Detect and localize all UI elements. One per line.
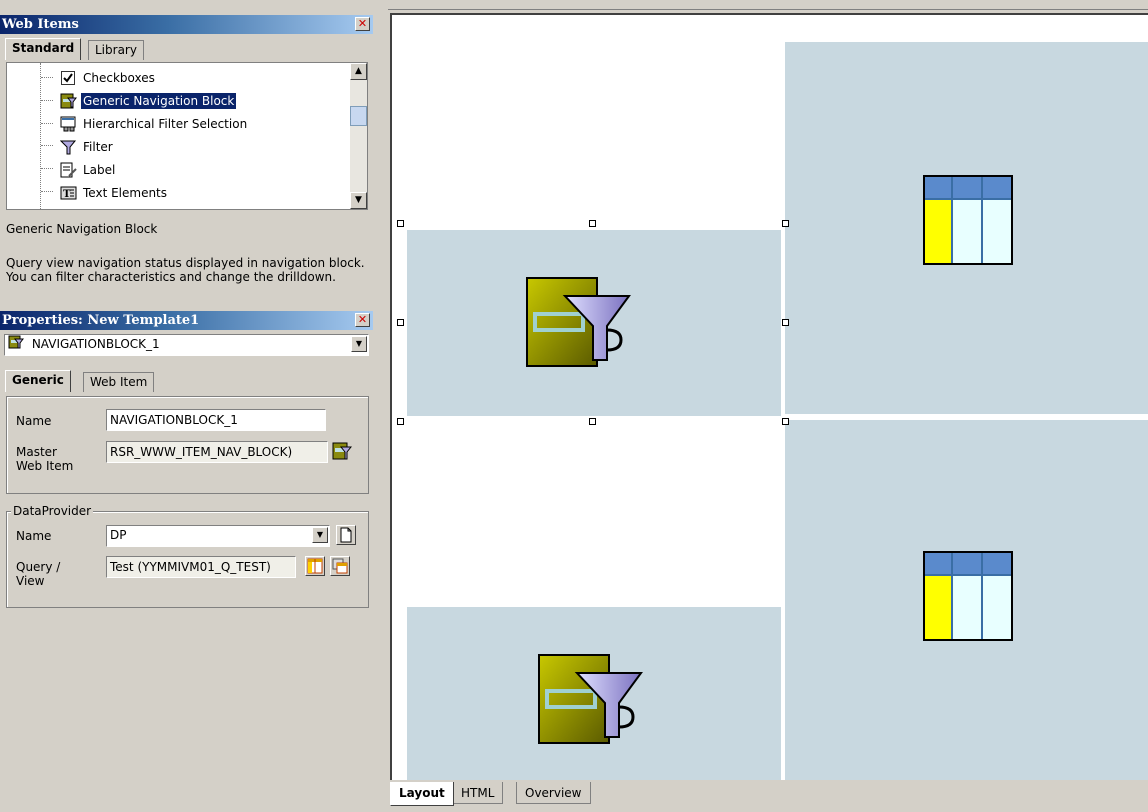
query-view-field: Test (YYMMIVM01_Q_TEST) (106, 556, 296, 578)
navigation-block-icon (60, 93, 77, 109)
resize-handle[interactable] (589, 418, 596, 425)
new-document-icon (340, 527, 352, 543)
table-icon (307, 558, 323, 574)
label-icon (60, 162, 77, 178)
properties-title-bar: Properties: New Template1 ✕ (0, 311, 373, 330)
navigation-block-icon[interactable] (537, 653, 647, 750)
tree-item-text-elements[interactable]: T Text Elements (60, 183, 169, 202)
filter-icon (59, 139, 77, 155)
tree-item-label: Hierarchical Filter Selection (83, 116, 248, 131)
resize-handle[interactable] (782, 319, 789, 326)
master-web-item-field: RSR_WWW_ITEM_NAV_BLOCK) (106, 441, 328, 463)
tree-item-label: Generic Navigation Block (81, 92, 237, 109)
resize-handle[interactable] (397, 319, 404, 326)
dp-name-value: DP (110, 528, 127, 542)
item-description-line1: Query view navigation status displayed i… (6, 256, 365, 270)
tree-scrollbar[interactable]: ▲ ▼ (350, 63, 367, 209)
navigation-block-icon[interactable] (332, 442, 353, 463)
navigation-block-icon (8, 335, 24, 354)
tab-standard[interactable]: Standard (5, 38, 82, 60)
query-view-label-line2: View (16, 574, 45, 588)
tree-item-label: Label (83, 162, 116, 177)
web-items-tree[interactable]: Checkboxes Generic Navigation Block Hier… (6, 62, 368, 210)
table-icon[interactable] (923, 551, 1015, 646)
dataprovider-group-title: DataProvider (11, 504, 94, 518)
resize-handle[interactable] (589, 220, 596, 227)
properties-tabs: Generic Web Item (0, 370, 373, 392)
tree-item-checkboxes[interactable]: Checkboxes (60, 68, 157, 87)
tab-library[interactable]: Library (88, 40, 144, 60)
object-select[interactable]: NAVIGATIONBLOCK_1 ▼ (4, 334, 369, 356)
web-items-title-bar: Web Items ✕ (0, 15, 373, 34)
new-dataprovider-button[interactable] (336, 525, 356, 545)
tab-layout[interactable]: Layout (390, 782, 454, 806)
item-description-line2: You can filter characteristics and chang… (6, 270, 336, 284)
text-elements-icon: T (60, 185, 77, 201)
scroll-thumb[interactable] (350, 106, 367, 126)
tree-item-filter[interactable]: Filter (59, 137, 115, 156)
select-query-button[interactable] (305, 556, 325, 576)
tree-item-label: Checkboxes (83, 70, 155, 85)
master-web-item-label-line1: Master (16, 445, 57, 459)
scroll-down-icon[interactable]: ▼ (350, 192, 367, 209)
hierarchy-filter-icon (60, 116, 77, 132)
tab-generic[interactable]: Generic (5, 370, 71, 392)
resize-handle[interactable] (397, 220, 404, 227)
properties-close-icon[interactable]: ✕ (355, 313, 370, 327)
resize-handle[interactable] (782, 220, 789, 227)
web-items-title: Web Items (2, 17, 79, 32)
tree-item-generic-navigation-block[interactable]: Generic Navigation Block (60, 91, 237, 110)
tree-item-label: Text Elements (83, 185, 168, 200)
scroll-up-icon[interactable]: ▲ (350, 63, 367, 80)
ruler (388, 0, 1148, 10)
tab-web-item[interactable]: Web Item (83, 372, 155, 392)
master-web-item-label-line2: Web Item (16, 459, 74, 473)
tree-item-hierarchical-filter[interactable]: Hierarchical Filter Selection (60, 114, 249, 133)
dropdown-arrow-icon[interactable]: ▼ (351, 336, 367, 352)
name-field[interactable]: NAVIGATIONBLOCK_1 (106, 409, 326, 431)
layout-canvas[interactable] (390, 13, 1148, 780)
resize-handle[interactable] (782, 418, 789, 425)
name-label: Name (16, 414, 52, 428)
web-items-tabs: Standard Library (0, 38, 373, 60)
dropdown-arrow-icon[interactable]: ▼ (312, 527, 328, 543)
dp-name-select[interactable]: DP ▼ (106, 525, 330, 547)
tab-overview[interactable]: Overview (516, 782, 591, 804)
properties-title: Properties: New Template1 (2, 313, 200, 328)
web-items-close-icon[interactable]: ✕ (355, 17, 370, 31)
navigation-block-icon[interactable] (525, 276, 635, 373)
table-icon[interactable] (923, 175, 1015, 270)
dp-name-label: Name (16, 529, 52, 543)
tree-item-label-item[interactable]: Label (60, 160, 117, 179)
checkbox-icon (60, 70, 77, 86)
object-select-value: NAVIGATIONBLOCK_1 (31, 337, 160, 351)
tree-item-label: Filter (83, 139, 113, 154)
resize-handle[interactable] (397, 418, 404, 425)
query-view-label-line1: Query / (16, 560, 61, 574)
tab-html[interactable]: HTML (452, 782, 504, 804)
svg-text:T: T (63, 189, 71, 200)
select-view-button[interactable] (330, 556, 350, 576)
view-icon (332, 558, 348, 574)
item-description-title: Generic Navigation Block (6, 222, 158, 236)
